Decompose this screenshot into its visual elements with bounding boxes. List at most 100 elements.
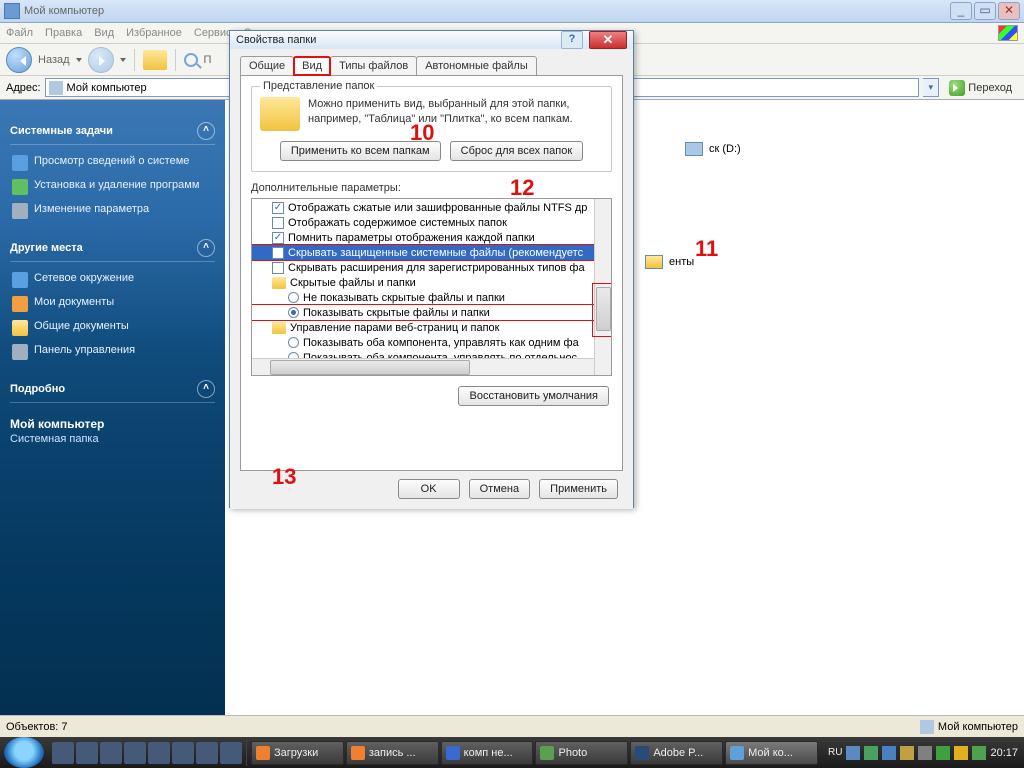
tab-general[interactable]: Общие (240, 56, 294, 75)
tray-icon[interactable] (846, 746, 860, 760)
ql-icon[interactable] (52, 742, 74, 764)
sidebar-details: Мой компьютер Системная папка (10, 417, 215, 445)
task-button[interactable]: Photo (535, 741, 628, 765)
titlebar[interactable]: Мой компьютер _ ▭ ✕ (0, 0, 1024, 23)
task-button[interactable]: Загрузки (251, 741, 344, 765)
menu-view[interactable]: Вид (94, 27, 114, 39)
tree-item[interactable]: Управление парами веб-страниц и папок (252, 320, 611, 335)
radio[interactable] (288, 337, 299, 348)
task-button[interactable]: запись ... (346, 741, 439, 765)
ql-icon[interactable] (148, 742, 170, 764)
sidebar-item[interactable]: Мои документы (10, 292, 215, 316)
chevron-up-icon[interactable]: ˄ (197, 122, 215, 140)
menu-edit[interactable]: Правка (45, 27, 82, 39)
checkbox[interactable] (272, 247, 284, 259)
sidebar-item[interactable]: Сетевое окружение (10, 268, 215, 292)
minimize-button[interactable]: _ (950, 2, 972, 20)
task-label: запись ... (369, 747, 416, 759)
tab-filetypes[interactable]: Типы файлов (330, 56, 417, 75)
close-button[interactable]: ✕ (589, 31, 627, 49)
tree-item[interactable]: Помнить параметры отображения каждой пап… (252, 230, 611, 245)
address-value: Мой компьютер (67, 82, 147, 94)
menu-file[interactable]: Файл (6, 27, 33, 39)
tree-item[interactable]: Скрытые файлы и папки (252, 275, 611, 290)
tree-item[interactable]: Скрывать расширения для зарегистрированн… (252, 260, 611, 275)
windows-flag-icon (998, 25, 1018, 41)
clock[interactable]: 20:17 (990, 747, 1018, 759)
back-dropdown-icon[interactable] (76, 58, 82, 65)
ql-icon[interactable] (172, 742, 194, 764)
radio[interactable] (288, 307, 299, 318)
checkbox[interactable] (272, 262, 284, 274)
task-icon (351, 746, 365, 760)
cancel-button[interactable]: Отмена (469, 479, 530, 499)
tree-item[interactable]: Не показывать скрытые файлы и папки (252, 290, 611, 305)
language-indicator[interactable]: RU (828, 747, 842, 758)
ok-button[interactable]: OK (398, 479, 460, 499)
scrollbar-vertical[interactable] (594, 199, 611, 375)
dialog-titlebar[interactable]: Свойства папки ? ✕ (230, 31, 633, 49)
tree-item[interactable]: Показывать оба компонента, управлять как… (252, 335, 611, 350)
sidebar-header[interactable]: Другие места ˄ (10, 235, 215, 262)
back-button[interactable] (6, 47, 32, 73)
scrollbar-thumb[interactable] (270, 360, 470, 375)
search-icon[interactable] (184, 53, 198, 67)
task-button[interactable]: комп не... (441, 741, 534, 765)
forward-button[interactable] (88, 47, 114, 73)
sidebar-item[interactable]: Установка и удаление программ (10, 175, 215, 199)
ql-icon[interactable] (124, 742, 146, 764)
chevron-up-icon[interactable]: ˄ (197, 380, 215, 398)
ql-icon[interactable] (100, 742, 122, 764)
tray-icon[interactable] (954, 746, 968, 760)
sidebar-item[interactable]: Общие документы (10, 316, 215, 340)
tab-offline[interactable]: Автономные файлы (416, 56, 537, 75)
help-button[interactable]: ? (561, 31, 583, 49)
sidebar-header[interactable]: Подробно ˄ (10, 376, 215, 403)
start-button[interactable] (4, 737, 44, 768)
ql-icon[interactable] (196, 742, 218, 764)
tray-icon[interactable] (918, 746, 932, 760)
checkbox[interactable] (272, 202, 284, 214)
address-dropdown-icon[interactable]: ▾ (923, 78, 939, 97)
sidebar-header[interactable]: Системные задачи ˄ (10, 118, 215, 145)
radio[interactable] (288, 292, 299, 303)
forward-dropdown-icon[interactable] (120, 58, 126, 65)
tray-icon[interactable] (900, 746, 914, 760)
advanced-tree[interactable]: Отображать сжатые или зашифрованные файл… (251, 198, 612, 376)
maximize-button[interactable]: ▭ (974, 2, 996, 20)
restore-defaults-button[interactable]: Восстановить умолчания (458, 386, 609, 406)
system-tray[interactable]: RU 20:17 (822, 746, 1024, 760)
apply-button[interactable]: Применить (539, 479, 618, 499)
sidebar-item[interactable]: Панель управления (10, 340, 215, 364)
go-button[interactable]: Переход (943, 80, 1018, 96)
ql-icon[interactable] (220, 742, 242, 764)
tray-icon[interactable] (936, 746, 950, 760)
list-item[interactable]: ск (D:) (685, 142, 741, 156)
apply-all-button[interactable]: Применить ко всем папкам (280, 141, 441, 161)
menu-tools[interactable]: Сервис (194, 27, 232, 39)
task-button[interactable]: Мой ко... (725, 741, 818, 765)
ql-icon[interactable] (76, 742, 98, 764)
reset-all-button[interactable]: Сброс для всех папок (450, 141, 584, 161)
tab-view[interactable]: Вид (293, 56, 331, 76)
tray-icon[interactable] (972, 746, 986, 760)
tree-item[interactable]: Отображать содержимое системных папок (252, 215, 611, 230)
checkbox[interactable] (272, 217, 284, 229)
tree-item[interactable]: Показывать скрытые файлы и папки (252, 305, 611, 320)
tray-icon[interactable] (882, 746, 896, 760)
tree-item[interactable]: Скрывать защищенные системные файлы (рек… (252, 245, 611, 260)
list-item[interactable]: енты (645, 255, 694, 269)
sidebar-item[interactable]: Изменение параметра (10, 199, 215, 223)
task-icon (446, 746, 460, 760)
task-button[interactable]: Adobe P... (630, 741, 723, 765)
scrollbar-thumb[interactable] (596, 287, 611, 331)
checkbox[interactable] (272, 232, 284, 244)
close-button[interactable]: ✕ (998, 2, 1020, 20)
up-folder-icon[interactable] (143, 50, 167, 70)
sidebar-item[interactable]: Просмотр сведений о системе (10, 151, 215, 175)
tree-item[interactable]: Отображать сжатые или зашифрованные файл… (252, 200, 611, 215)
tray-icon[interactable] (864, 746, 878, 760)
scrollbar-horizontal[interactable] (252, 358, 594, 375)
menu-fav[interactable]: Избранное (126, 27, 182, 39)
chevron-up-icon[interactable]: ˄ (197, 239, 215, 257)
